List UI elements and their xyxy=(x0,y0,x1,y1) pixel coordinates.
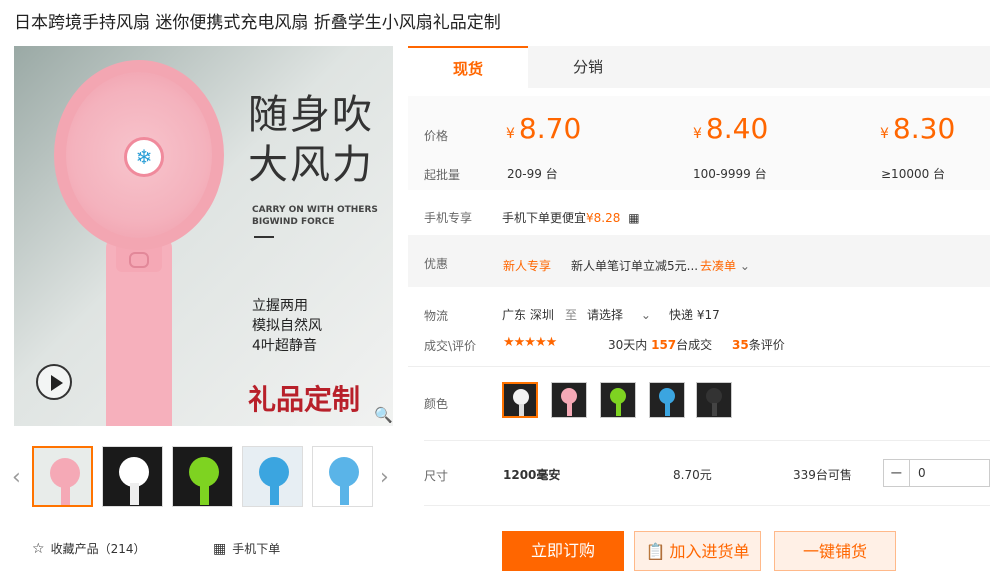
image-headline: 随身吹 大风力 xyxy=(248,92,374,188)
deal-count[interactable]: 30天内 157台成交 xyxy=(608,336,712,353)
chevron-down-icon: ⌄ xyxy=(640,308,651,322)
review-count[interactable]: 35条评价 xyxy=(732,336,785,353)
ship-from: 广东 深圳 xyxy=(502,308,554,322)
one-click-distribute-button[interactable]: 一键铺货 xyxy=(774,531,896,571)
play-video-icon[interactable] xyxy=(36,364,72,400)
chevron-down-icon: ⌄ xyxy=(739,259,750,273)
favorite-button[interactable]: ☆ 收藏产品（214） xyxy=(32,540,145,557)
tab-spot[interactable]: 现货 xyxy=(408,46,528,88)
size-price: 8.70元 xyxy=(673,468,712,482)
tab-distribution[interactable]: 分销 xyxy=(528,46,648,88)
price-tier-2: ¥8.40 xyxy=(693,112,769,145)
thumb-next-icon[interactable]: › xyxy=(380,465,389,490)
size-label: 尺寸 xyxy=(424,469,449,483)
quantity-stepper[interactable]: − 0 xyxy=(883,459,990,487)
logistics-label: 物流 xyxy=(424,309,449,323)
color-swatch-4[interactable] xyxy=(649,382,685,418)
color-label: 颜色 xyxy=(424,397,449,411)
deals-label: 成交\评价 xyxy=(424,339,477,353)
express-fee: 快递 ¥17 xyxy=(669,308,720,322)
qty-tier-2: 100-9999 台 xyxy=(693,167,767,181)
add-to-cart-button[interactable]: 📋 加入进货单 xyxy=(634,531,761,571)
mobile-exclusive-label: 手机专享 xyxy=(424,211,473,225)
promo-text: 新人单笔订单立减5元... xyxy=(571,259,699,273)
color-swatch-3[interactable] xyxy=(600,382,636,418)
promo-link[interactable]: 去凑单 ⌄ xyxy=(700,257,750,274)
color-swatch-5[interactable] xyxy=(696,382,732,418)
promo-row xyxy=(408,235,990,287)
fan-illustration: ❄ xyxy=(54,60,224,250)
price-tier-1: ¥8.70 xyxy=(506,112,582,145)
star-outline-icon: ☆ xyxy=(32,541,45,557)
size-stock: 339台可售 xyxy=(793,468,852,482)
image-gift-text: 礼品定制 xyxy=(248,383,361,416)
price-tier-3: ¥8.30 xyxy=(880,112,956,145)
thumb-prev-icon[interactable]: ‹ xyxy=(12,465,21,490)
thumbnail-1[interactable] xyxy=(32,446,93,507)
thumbnail-strip xyxy=(32,446,373,507)
size-name: 1200毫安 xyxy=(503,468,561,482)
main-product-image[interactable]: ❄ 随身吹 大风力 CARRY ON WITH OTHERS BIGWIND F… xyxy=(14,46,393,426)
qty-tier-1: 20-99 台 xyxy=(507,167,558,181)
zoom-icon[interactable]: 🔍 xyxy=(374,406,393,424)
ship-to-word: 至 xyxy=(565,308,578,322)
destination-select[interactable]: 请选择 ⌄ xyxy=(587,306,651,323)
snowflake-icon: ❄ xyxy=(124,137,164,177)
color-swatch-1[interactable] xyxy=(502,382,538,418)
qty-tier-3: ≥10000 台 xyxy=(881,167,946,181)
price-label: 价格 xyxy=(424,129,449,143)
promo-tag: 新人专享 xyxy=(503,259,552,273)
moq-label: 起批量 xyxy=(424,168,461,182)
qrcode-icon: ▦ xyxy=(628,211,640,225)
buy-now-button[interactable]: 立即订购 xyxy=(502,531,624,571)
thumbnail-5[interactable] xyxy=(312,446,373,507)
minus-icon[interactable]: − xyxy=(884,460,910,486)
image-features: 立握两用 模拟自然风 4叶超静音 xyxy=(252,298,322,354)
tab-bar: 现货 分销 xyxy=(408,46,990,88)
qrcode-icon: ▦ xyxy=(213,541,227,557)
clipboard-icon: 📋 xyxy=(645,542,666,561)
rating-stars-icon: ★★★★★ xyxy=(503,335,557,350)
promo-label: 优惠 xyxy=(424,257,449,271)
image-english-caption: CARRY ON WITH OTHERS BIGWIND FORCE xyxy=(252,205,378,227)
color-swatch-2[interactable] xyxy=(551,382,587,418)
thumbnail-2[interactable] xyxy=(102,446,163,507)
mobile-exclusive-info[interactable]: 手机下单更便宜¥8.28 ▦ xyxy=(502,209,640,226)
thumbnail-3[interactable] xyxy=(172,446,233,507)
product-title: 日本跨境手持风扇 迷你便携式充电风扇 折叠学生小风扇礼品定制 xyxy=(14,13,501,33)
mobile-order-button[interactable]: ▦ 手机下单 xyxy=(213,540,280,557)
thumbnail-4[interactable] xyxy=(242,446,303,507)
quantity-input[interactable]: 0 xyxy=(918,466,926,480)
